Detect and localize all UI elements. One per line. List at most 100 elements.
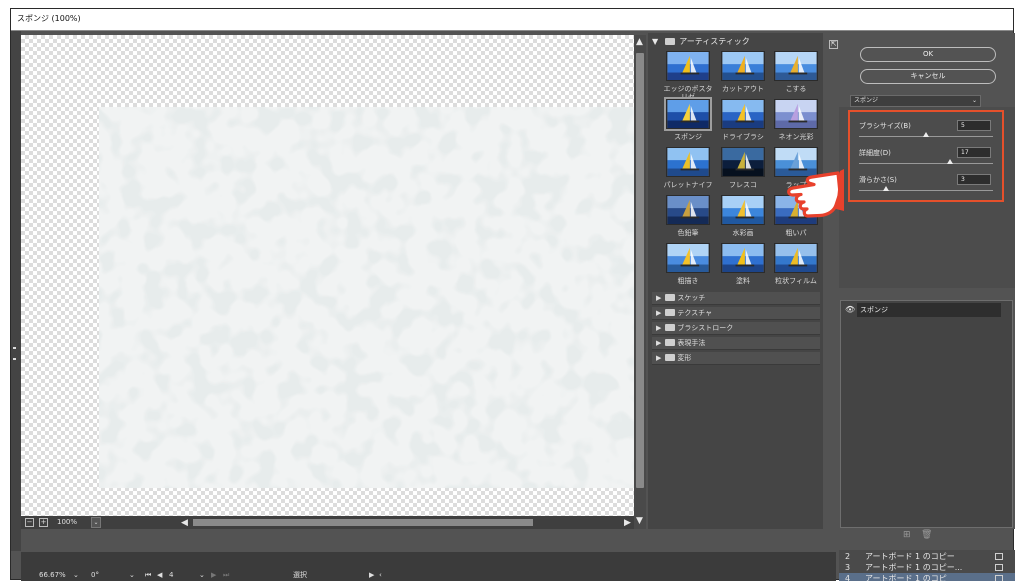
play-icon[interactable]: ▶ bbox=[369, 570, 374, 580]
filter-thumb-image bbox=[666, 147, 710, 177]
filter-thumb[interactable]: スポンジ bbox=[663, 97, 713, 141]
filter-thumb[interactable]: 塗料 bbox=[718, 243, 768, 285]
zoom-value: 100% bbox=[57, 518, 78, 526]
filter-thumb-image bbox=[666, 51, 710, 81]
filter-thumb-label: フレスコ bbox=[729, 181, 757, 189]
category-row[interactable]: ▶ テクスチャ bbox=[652, 307, 820, 320]
filter-thumb[interactable]: ネオン光彩 bbox=[771, 99, 821, 141]
new-layer-icon[interactable]: ⊞ bbox=[903, 530, 911, 540]
ok-button[interactable]: OK bbox=[860, 47, 996, 62]
zoom-dropdown-chevron-icon[interactable]: ⌄ bbox=[91, 517, 101, 528]
param-value-input[interactable]: 5 bbox=[957, 120, 991, 131]
status-page[interactable]: 4 bbox=[169, 570, 173, 580]
param-slider-track[interactable] bbox=[859, 190, 993, 191]
filter-thumb[interactable]: 粒状フィルム bbox=[771, 243, 821, 285]
filter-thumb-label: 水彩画 bbox=[732, 229, 754, 237]
filter-thumb[interactable]: パレットナイフ bbox=[663, 147, 713, 189]
trash-icon[interactable]: 🗑 bbox=[921, 530, 932, 540]
cancel-button[interactable]: キャンセル bbox=[860, 69, 996, 84]
horizontal-scroll-thumb[interactable] bbox=[193, 519, 533, 526]
param-value-input[interactable]: 3 bbox=[957, 174, 991, 185]
category-label: 表現手法 bbox=[677, 339, 706, 347]
scroll-right-arrow-icon[interactable]: ▶ bbox=[624, 518, 631, 528]
filter-thumb-image bbox=[666, 195, 710, 225]
artboard-icon[interactable] bbox=[995, 575, 1003, 581]
status-zoom[interactable]: 66.67% bbox=[39, 570, 66, 580]
edge-grip-mark bbox=[13, 347, 16, 349]
chevron-down-icon[interactable]: ⌄ bbox=[129, 570, 135, 580]
artboards-panel: 2 アートボード 1 のコピー 3 アートボード 1 のコピー... 4 アートボード 1… bbox=[839, 550, 1015, 581]
folder-icon bbox=[665, 309, 676, 316]
filter-select[interactable]: スポンジ ⌄ bbox=[850, 95, 981, 107]
eye-icon[interactable]: 👁 bbox=[845, 305, 855, 314]
next-page-icon[interactable]: ▶ bbox=[211, 570, 216, 580]
filter-thumb[interactable]: 色鉛筆 bbox=[663, 195, 713, 237]
effect-layer-row[interactable]: 👁 スポンジ bbox=[841, 303, 1012, 317]
category-label: テクスチャ bbox=[677, 309, 713, 317]
filter-thumb-label: スポンジ bbox=[674, 133, 702, 141]
pointing-hand-icon bbox=[787, 169, 844, 218]
filter-thumb[interactable]: カットアウト bbox=[718, 51, 768, 93]
collapse-gallery-icon[interactable]: ⇱ bbox=[829, 40, 838, 49]
zoom-in-button[interactable]: + bbox=[39, 518, 48, 527]
filter-thumb-label: カットアウト bbox=[722, 85, 764, 93]
sponge-preview-image bbox=[99, 107, 634, 488]
category-artistic-open[interactable]: ▼ アーティスティック bbox=[652, 36, 750, 48]
last-page-icon[interactable]: ⏭ bbox=[223, 570, 229, 580]
window-title: スポンジ (100%) bbox=[11, 9, 1013, 31]
category-row[interactable]: ▶ 変形 bbox=[652, 352, 820, 365]
first-page-icon[interactable]: ⏮ bbox=[145, 570, 151, 580]
category-row[interactable]: ▶ ブラシストローク bbox=[652, 322, 820, 335]
zoom-out-button[interactable]: − bbox=[25, 518, 34, 527]
param-slider-knob[interactable] bbox=[923, 132, 929, 137]
filter-thumb-image bbox=[774, 51, 818, 81]
param-label: 詳細度(D) bbox=[859, 149, 891, 157]
filter-thumb[interactable]: 粗描き bbox=[663, 243, 713, 285]
status-tool[interactable]: 選択 bbox=[293, 570, 307, 580]
chevron-down-icon[interactable]: ⌄ bbox=[199, 570, 205, 580]
folder-icon bbox=[665, 324, 676, 331]
scroll-down-arrow-icon[interactable]: ▼ bbox=[636, 516, 643, 526]
triangle-right-icon: ▶ bbox=[656, 354, 662, 362]
prev-page-icon[interactable]: ◀ bbox=[157, 570, 162, 580]
preview-canvas[interactable] bbox=[21, 35, 634, 516]
chevron-down-icon: ⌄ bbox=[971, 97, 977, 104]
category-row[interactable]: ▶ 表現手法 bbox=[652, 337, 820, 350]
param-slider-knob[interactable] bbox=[947, 159, 954, 164]
artboard-number: 4 bbox=[845, 574, 851, 581]
filter-thumb[interactable]: フレスコ bbox=[718, 147, 768, 189]
folder-icon bbox=[665, 354, 676, 361]
artboard-icon[interactable] bbox=[995, 553, 1003, 560]
filter-thumb[interactable]: 水彩画 bbox=[718, 195, 768, 237]
category-row[interactable]: ▶ スケッチ bbox=[652, 292, 820, 305]
category-label: スケッチ bbox=[677, 294, 706, 302]
filter-thumb-image bbox=[721, 51, 765, 81]
artboard-row[interactable]: 4 アートボード 1 のコピ bbox=[839, 573, 1015, 581]
artboard-name: アートボード 1 のコピ bbox=[865, 574, 947, 581]
preview-vertical-scrollbar[interactable]: ▲ ▼ bbox=[634, 35, 646, 529]
chevron-down-icon[interactable]: ⌄ bbox=[73, 570, 79, 580]
left-edge-strip bbox=[11, 31, 21, 551]
filter-thumb-label: パレットナイフ bbox=[663, 181, 713, 189]
scroll-left-arrow-icon[interactable]: ◀ bbox=[181, 518, 188, 528]
filter-thumb[interactable]: こする bbox=[771, 51, 821, 93]
category-label: 変形 bbox=[677, 354, 692, 362]
preview-horizontal-scrollbar[interactable]: ◀ ▶ bbox=[181, 518, 634, 528]
settings-column: OK キャンセル スポンジ ⌄ ブラシサイズ(B) 5 詳細度(D) 17 滑らかさ(S… bbox=[839, 33, 1015, 529]
scroll-up-arrow-icon[interactable]: ▲ bbox=[636, 37, 643, 47]
artboard-icon[interactable] bbox=[995, 564, 1003, 571]
filter-thumb-label: 粒状フィルム bbox=[775, 277, 817, 285]
filter-thumb[interactable]: ドライブラシ bbox=[718, 99, 768, 141]
param-slider-track[interactable] bbox=[859, 163, 993, 164]
back-icon[interactable]: ‹ bbox=[379, 570, 382, 580]
status-angle[interactable]: 0° bbox=[91, 570, 99, 580]
triangle-right-icon: ▶ bbox=[656, 324, 662, 332]
zoom-bar: − + 100% ⌄ ◀ ▶ bbox=[21, 516, 634, 529]
document-status-bar: 66.67% ⌄ 0° ⌄ ⏮ ◀ 4 ⌄ ▶ ⏭ 選択 ▶ ‹ bbox=[21, 552, 836, 581]
filter-parameters: ブラシサイズ(B) 5 詳細度(D) 17 滑らかさ(S) 3 bbox=[839, 107, 1015, 288]
param-value-input[interactable]: 17 bbox=[957, 147, 991, 158]
vertical-scroll-thumb[interactable] bbox=[636, 53, 644, 488]
filter-select-value: スポンジ bbox=[854, 97, 879, 104]
filter-thumb-label: 塗料 bbox=[736, 277, 750, 285]
param-slider-knob[interactable] bbox=[882, 186, 889, 191]
